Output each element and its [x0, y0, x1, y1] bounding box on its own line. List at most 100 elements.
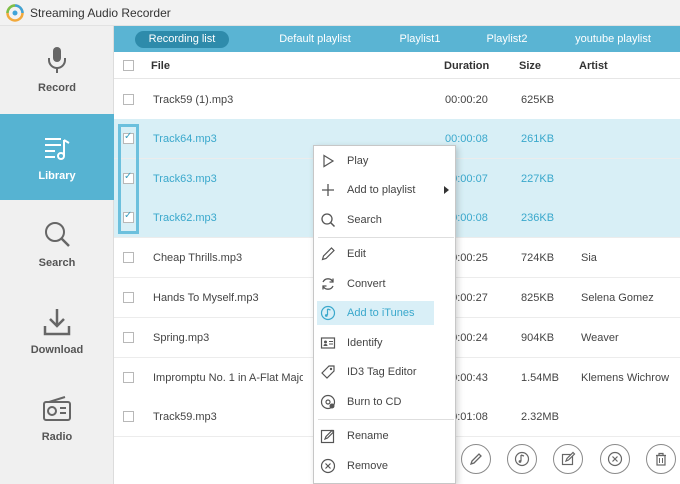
file-name: Cheap Thrills.mp3: [153, 252, 243, 264]
plus-icon: [322, 184, 334, 196]
menu-item-label: Convert: [347, 278, 386, 290]
add-to-itunes-button[interactable]: [507, 444, 537, 474]
id-card-icon: [320, 337, 336, 349]
tab-default-playlist[interactable]: Default playlist: [268, 31, 362, 48]
table-row[interactable]: Track59 (1).mp3 00:00:20 625KB: [114, 80, 680, 120]
menu-item-label: Remove: [347, 460, 388, 472]
file-size: 261KB: [521, 133, 555, 145]
row-checkbox[interactable]: [123, 332, 134, 343]
library-icon: [45, 138, 70, 160]
title-bar: Streaming Audio Recorder: [0, 0, 680, 26]
menu-item-label: ID3 Tag Editor: [347, 366, 417, 378]
menu-item-label: Identify: [347, 337, 383, 349]
menu-item-identify[interactable]: Identify: [317, 331, 434, 355]
row-checkbox[interactable]: [123, 411, 134, 422]
file-name: Track63.mp3: [153, 173, 217, 185]
remove-icon: [320, 458, 336, 474]
sidebar-item-radio[interactable]: Radio: [0, 375, 114, 461]
edit-icon: [561, 451, 576, 466]
menu-item-add-to-playlist[interactable]: Add to playlist: [317, 178, 455, 202]
search-icon: [45, 222, 70, 247]
cd-icon: [320, 394, 336, 410]
file-name: Track59.mp3: [153, 411, 217, 423]
menu-separator: [318, 419, 454, 420]
edit-button[interactable]: [553, 444, 583, 474]
menu-item-search[interactable]: Search: [317, 208, 434, 232]
column-header-file[interactable]: File: [151, 60, 170, 72]
sidebar-item-library[interactable]: Library: [0, 114, 114, 200]
search-icon: [321, 213, 336, 228]
convert-icon: [322, 278, 334, 290]
file-size: 227KB: [521, 173, 555, 185]
itunes-icon: [320, 305, 336, 321]
select-all-checkbox[interactable]: [123, 60, 134, 71]
trash-icon: [656, 452, 666, 466]
file-size: 825KB: [521, 292, 555, 304]
file-size: 2.32MB: [521, 411, 559, 423]
duration: 00:00:20: [445, 94, 488, 106]
music-add-icon: [514, 451, 530, 467]
table-header: File Duration Size Artist: [114, 52, 680, 79]
menu-item-play[interactable]: Play: [317, 149, 434, 173]
column-header-size[interactable]: Size: [519, 60, 541, 72]
file-size: 724KB: [521, 252, 555, 264]
file-size: 625KB: [521, 94, 555, 106]
column-header-artist[interactable]: Artist: [579, 60, 608, 72]
file-name: Impromptu No. 1 in A-Flat Major, C: [153, 372, 303, 384]
checkbox-highlight-frame: [118, 124, 139, 234]
radio-icon: [43, 396, 71, 421]
delete-button[interactable]: [646, 444, 676, 474]
app-title: Streaming Audio Recorder: [30, 5, 171, 20]
sidebar-item-label: Library: [38, 170, 76, 182]
submenu-arrow-icon: [444, 186, 449, 194]
menu-item-label: Add to playlist: [347, 184, 416, 196]
pencil-icon: [321, 247, 335, 261]
menu-item-add-to-itunes[interactable]: Add to iTunes: [317, 301, 434, 325]
sidebar: Record Library Search Download Radio: [0, 26, 114, 484]
menu-item-label: Search: [347, 214, 382, 226]
artist: Selena Gomez: [581, 292, 654, 304]
sidebar-item-label: Download: [30, 344, 84, 356]
close-circle-icon: [607, 451, 623, 467]
file-size: 904KB: [521, 332, 555, 344]
menu-item-id3-tag-editor[interactable]: ID3 Tag Editor: [317, 360, 434, 384]
context-menu: Play Add to playlist Search Edit Convert…: [313, 145, 456, 484]
edit-tag-button[interactable]: [461, 444, 491, 474]
menu-separator: [318, 237, 454, 238]
menu-item-rename[interactable]: Rename: [317, 424, 434, 448]
file-name: Track64.mp3: [153, 133, 217, 145]
microphone-icon: [48, 47, 66, 73]
tab-recording-list[interactable]: Recording list: [135, 31, 229, 48]
menu-item-label: Play: [347, 155, 369, 167]
column-header-duration[interactable]: Duration: [444, 60, 489, 72]
duration: 00:00:08: [445, 133, 488, 145]
sidebar-item-record[interactable]: Record: [0, 26, 114, 112]
cancel-button[interactable]: [600, 444, 630, 474]
tab-playlist2[interactable]: Playlist2: [479, 31, 535, 48]
tag-icon: [321, 365, 335, 379]
row-checkbox[interactable]: [123, 292, 134, 303]
menu-item-remove[interactable]: Remove: [317, 454, 434, 478]
row-checkbox[interactable]: [123, 94, 134, 105]
play-icon: [323, 154, 335, 168]
tab-youtube-playlist[interactable]: youtube playlist: [569, 31, 657, 48]
menu-item-edit[interactable]: Edit: [317, 242, 434, 266]
sidebar-item-search[interactable]: Search: [0, 201, 114, 287]
file-size: 1.54MB: [521, 372, 559, 384]
sidebar-item-download[interactable]: Download: [0, 288, 114, 374]
playlist-tabs: Recording list Default playlist Playlist…: [114, 26, 680, 52]
tab-playlist1[interactable]: Playlist1: [392, 31, 448, 48]
menu-item-label: Burn to CD: [347, 396, 402, 408]
row-checkbox[interactable]: [123, 252, 134, 263]
artist: Klemens Wichrow: [581, 372, 670, 384]
menu-item-burn-to-cd[interactable]: Burn to CD: [317, 390, 434, 414]
menu-item-label: Add to iTunes: [347, 307, 415, 319]
file-name: Hands To Myself.mp3: [153, 292, 259, 304]
artist: Weaver: [581, 332, 619, 344]
file-name: Track59 (1).mp3: [153, 94, 234, 106]
row-checkbox[interactable]: [123, 372, 134, 383]
pencil-icon: [469, 453, 482, 466]
menu-item-label: Edit: [347, 248, 366, 260]
menu-item-convert[interactable]: Convert: [317, 272, 434, 296]
sidebar-item-label: Search: [38, 257, 76, 269]
